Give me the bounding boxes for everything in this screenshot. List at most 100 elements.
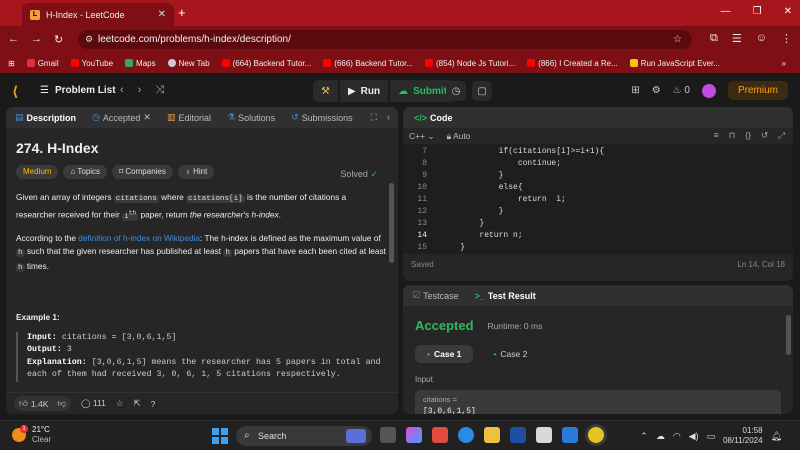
office-icon[interactable]: [432, 427, 448, 443]
comments-button[interactable]: ◯ 111: [81, 398, 106, 409]
shuffle-icon[interactable]: ⤨: [155, 84, 164, 97]
bookmark-runjs[interactable]: Run JavaScript Ever...: [629, 59, 720, 68]
tab-editorial[interactable]: ▥ Editorial: [164, 107, 214, 128]
file-explorer-icon[interactable]: [484, 427, 500, 443]
minimize-icon[interactable]: —: [721, 6, 731, 17]
share-icon[interactable]: ⇱: [133, 398, 140, 409]
companies-tag[interactable]: ⌑ Companies: [112, 165, 173, 179]
problem-title: 274. H-Index: [16, 140, 99, 156]
cloud-icon[interactable]: ☁: [656, 431, 665, 442]
case-1-button[interactable]: • Case 1: [415, 345, 474, 363]
apps-icon[interactable]: ⊞: [8, 59, 15, 68]
leetcode-logo-icon[interactable]: ⟨: [12, 83, 18, 100]
new-tab-button[interactable]: +: [178, 5, 186, 20]
braces-icon[interactable]: {}: [745, 130, 751, 141]
chrome-icon[interactable]: [588, 427, 604, 443]
bookmark-youtube[interactable]: YouTube: [70, 59, 113, 68]
collapse-icon[interactable]: ‹: [387, 112, 390, 123]
bookmark-gmail[interactable]: Gmail: [26, 59, 59, 68]
bookmark-video-2[interactable]: (666) Backend Tutor...: [323, 59, 413, 68]
settings-icon[interactable]: ⚙: [652, 85, 661, 96]
timer-icon[interactable]: ◷: [446, 81, 466, 101]
notifications-icon[interactable]: 🔔︎: [771, 431, 782, 442]
site-info-icon[interactable]: ⚙: [85, 30, 93, 49]
like-button[interactable]: 👍︎ 1.4K 👎︎: [14, 396, 72, 411]
code-editor[interactable]: 7 if(citations[i]>=i+1){ 8 continue; 9 }…: [403, 144, 793, 254]
reset-icon[interactable]: ↺: [761, 130, 768, 141]
tab-testcase[interactable]: ☑ Testcase: [409, 285, 462, 306]
help-icon[interactable]: ?: [151, 399, 156, 409]
topics-tag[interactable]: ⌂ Topics: [63, 165, 108, 179]
start-button[interactable]: [212, 428, 228, 444]
url-field[interactable]: ⚙ leetcode.com/problems/h-index/descript…: [78, 30, 692, 49]
hint-tag[interactable]: ♁ Hint: [177, 165, 215, 179]
bookmark-icon[interactable]: ⊓: [729, 130, 736, 141]
more-bookmarks-icon[interactable]: »: [782, 59, 786, 68]
notes-icon[interactable]: ▢: [472, 81, 492, 101]
problem-list-link[interactable]: Problem List: [55, 85, 116, 96]
bookmark-video-4[interactable]: (866) I Created a Re...: [527, 59, 618, 68]
bookmark-video-1[interactable]: (664) Backend Tutor...: [221, 59, 311, 68]
difficulty-badge[interactable]: Medium: [16, 165, 59, 179]
forward-icon[interactable]: →: [31, 33, 42, 46]
user-avatar[interactable]: [701, 83, 716, 98]
profile-avatar[interactable]: ☺: [756, 32, 767, 45]
expand-icon[interactable]: ⛶: [371, 112, 377, 123]
thumbs-down-icon[interactable]: 👎︎: [57, 398, 66, 409]
close-tab-icon[interactable]: ✕: [158, 9, 166, 20]
run-button[interactable]: ▶ Run: [339, 80, 389, 102]
close-window-icon[interactable]: ✕: [784, 6, 792, 17]
tab-description[interactable]: ▤ Description: [12, 107, 79, 128]
close-tab-icon[interactable]: ✕: [143, 112, 151, 123]
fullscreen-icon[interactable]: ⤢: [778, 130, 785, 141]
vscode-icon[interactable]: [562, 427, 578, 443]
prev-problem-icon[interactable]: ‹: [120, 84, 124, 97]
case-2-button[interactable]: • Case 2: [481, 345, 539, 363]
favorite-star-icon[interactable]: ☆: [116, 398, 124, 409]
bookmark-star-icon[interactable]: ☆: [673, 30, 682, 49]
mode-select[interactable]: 🔒︎ Auto: [447, 131, 471, 142]
tab-code[interactable]: </> Code: [411, 107, 456, 128]
history-icon: ↺: [291, 112, 299, 122]
reading-list-icon[interactable]: ☰: [732, 32, 742, 45]
bookmark-newtab[interactable]: New Tab: [167, 59, 210, 68]
next-problem-icon[interactable]: ›: [138, 84, 142, 97]
tab-accepted[interactable]: ◷ Accepted ✕: [89, 107, 154, 128]
battery-icon[interactable]: ▭: [707, 431, 716, 442]
browser-tab[interactable]: L H-Index - LeetCode ✕: [22, 3, 174, 26]
extensions-icon[interactable]: ⧉: [710, 32, 718, 45]
bookmark-maps[interactable]: Maps: [125, 59, 156, 68]
streak-counter[interactable]: ♨ 0: [673, 85, 690, 96]
maximize-icon[interactable]: ❐: [753, 6, 762, 17]
reload-icon[interactable]: ↻: [54, 33, 63, 46]
task-view-icon[interactable]: [380, 427, 396, 443]
chevron-up-icon[interactable]: ⌃: [640, 431, 648, 442]
format-icon[interactable]: ≡: [714, 130, 719, 141]
tab-test-result[interactable]: >_ Test Result: [472, 285, 539, 306]
description-scrollbar[interactable]: [389, 183, 394, 263]
tab-solutions[interactable]: ⚗ Solutions: [224, 107, 278, 128]
language-select[interactable]: C++ ⌄: [409, 131, 435, 142]
test-scrollbar[interactable]: [786, 315, 791, 355]
volume-icon[interactable]: ◀): [689, 431, 699, 442]
layout-icon[interactable]: ⊞: [631, 85, 639, 96]
premium-button[interactable]: Premium: [727, 81, 788, 100]
tab-submissions[interactable]: ↺ Submissions: [288, 107, 356, 128]
copilot-icon[interactable]: [406, 427, 422, 443]
globe-icon: [167, 59, 176, 67]
code-header: </> Code: [403, 107, 793, 128]
edge-icon[interactable]: [458, 427, 474, 443]
weather-widget[interactable]: 1 21°C Clear: [12, 425, 51, 445]
notepad-icon[interactable]: [536, 427, 552, 443]
check-circle-icon: ✓: [370, 169, 378, 179]
store-icon[interactable]: [510, 427, 526, 443]
menu-icon[interactable]: ⋮: [781, 32, 792, 45]
search-highlight-icon: [346, 429, 366, 443]
bookmark-video-3[interactable]: (854) Node Js Tutori...: [425, 59, 515, 68]
back-icon[interactable]: ←: [8, 33, 19, 46]
taskbar-search[interactable]: ⌕ Search: [236, 426, 372, 446]
wikipedia-link[interactable]: definition of h-index on Wikipedia: [78, 233, 200, 243]
wifi-icon[interactable]: ◠: [673, 431, 681, 442]
clock[interactable]: 01:58 08/11/2024: [723, 426, 762, 446]
debug-button[interactable]: ⚒: [313, 80, 338, 102]
